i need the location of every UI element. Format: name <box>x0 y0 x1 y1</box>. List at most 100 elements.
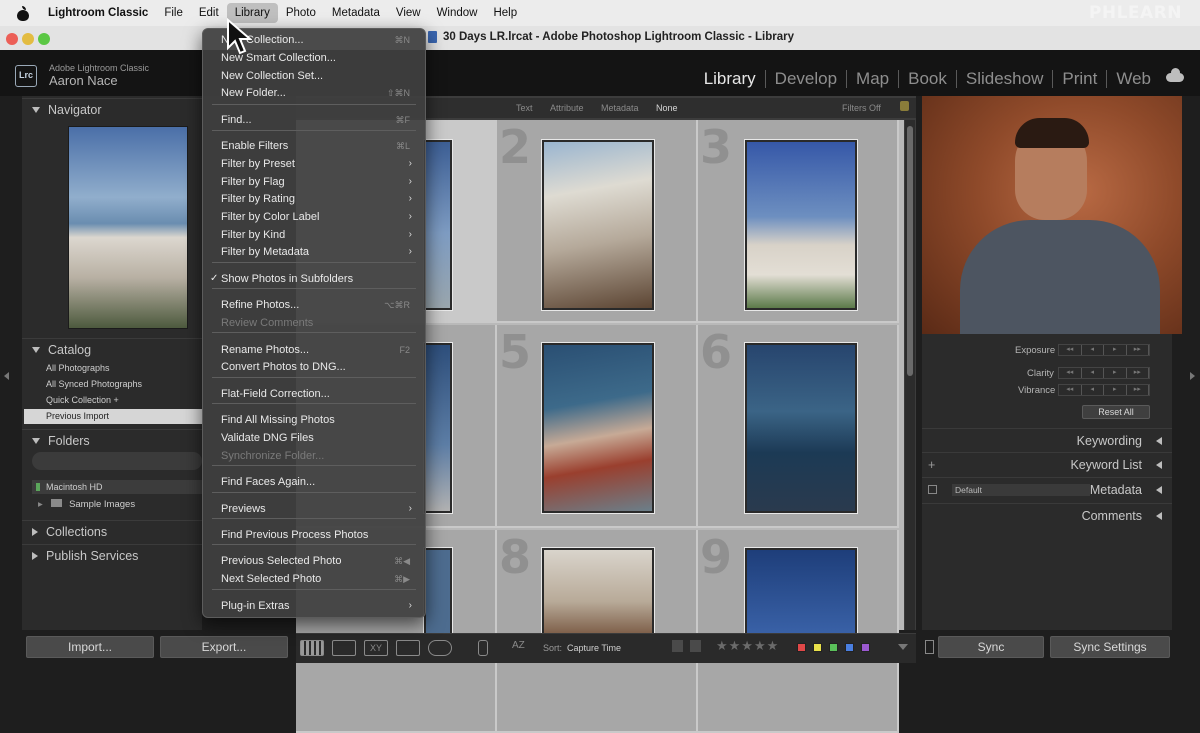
menu-edit[interactable]: Edit <box>191 3 227 23</box>
module-web[interactable]: Web <box>1106 70 1160 88</box>
flag-pick-icon[interactable] <box>672 640 683 652</box>
photo-thumbnail[interactable] <box>423 139 453 311</box>
folder-item-sample-images[interactable]: ▸ Sample Images <box>38 499 135 510</box>
reset-all-button[interactable]: Reset All <box>1082 405 1150 419</box>
color-label-swatch[interactable] <box>845 643 854 652</box>
clarity-stepper[interactable]: ◂◂ ◂ ▸ ▸▸ <box>1058 367 1150 379</box>
survey-view-icon[interactable] <box>396 640 420 656</box>
metadata-edit-icon[interactable] <box>928 485 937 494</box>
menu-window[interactable]: Window <box>429 3 486 23</box>
apple-icon[interactable] <box>16 5 30 21</box>
menu-item-filter-by-rating[interactable]: Filter by Rating › <box>208 190 420 208</box>
photo-thumbnail[interactable] <box>423 547 453 639</box>
filter-attribute[interactable]: Attribute <box>550 103 584 113</box>
filter-text[interactable]: Text <box>516 103 533 113</box>
menu-item-filter-by-color-label[interactable]: Filter by Color Label › <box>208 208 420 226</box>
grid-scrollbar[interactable] <box>905 120 915 630</box>
import-button[interactable]: Import... <box>26 636 154 658</box>
collections-header[interactable]: Collections <box>22 520 202 542</box>
expand-triangle-icon[interactable]: ▸ <box>38 499 43 510</box>
color-label-swatch[interactable] <box>813 643 822 652</box>
navigator-header[interactable]: Navigator <box>22 98 202 120</box>
menu-item-refine-photos[interactable]: Refine Photos... ⌥⌘R <box>208 296 420 314</box>
grid-cell[interactable]: 8 <box>497 530 698 733</box>
menu-item-filter-by-metadata[interactable]: Filter by Metadata › <box>208 243 420 261</box>
people-view-icon[interactable] <box>428 640 452 656</box>
photo-thumbnail[interactable] <box>744 342 858 514</box>
add-keyword-icon[interactable]: + <box>928 453 935 477</box>
menu-view[interactable]: View <box>388 3 429 23</box>
metadata-preset-select[interactable]: Default <box>952 484 1090 496</box>
catalog-item-all-synced[interactable]: All Synced Photographs <box>24 377 202 392</box>
grid-cell[interactable]: 9 <box>698 530 899 733</box>
sort-direction-icon[interactable]: AZ <box>512 640 525 651</box>
spray-can-icon[interactable] <box>478 640 488 656</box>
filter-metadata[interactable]: Metadata <box>601 103 639 113</box>
menu-photo[interactable]: Photo <box>278 3 324 23</box>
photo-thumbnail[interactable] <box>541 139 655 311</box>
auto-sync-switch[interactable] <box>925 640 934 654</box>
menu-item-new-collection-set[interactable]: New Collection Set... <box>208 67 420 85</box>
comments-header[interactable]: Comments <box>922 503 1172 527</box>
catalog-item-quick-collection[interactable]: Quick Collection + <box>24 393 202 408</box>
module-slideshow[interactable]: Slideshow <box>955 70 1053 88</box>
sync-settings-button[interactable]: Sync Settings <box>1050 636 1170 658</box>
module-print[interactable]: Print <box>1052 70 1106 88</box>
menu-help[interactable]: Help <box>485 3 525 23</box>
lock-icon[interactable] <box>900 101 909 111</box>
menu-item-find[interactable]: Find... ⌘F <box>208 111 420 129</box>
filters-status[interactable]: Filters Off <box>842 103 881 113</box>
menu-item-show-photos-in-subfolders[interactable]: ✓ Show Photos in Subfolders <box>208 270 420 288</box>
folders-header[interactable]: Folders <box>22 429 202 451</box>
menu-file[interactable]: File <box>156 3 191 23</box>
menu-item-find-faces-again[interactable]: Find Faces Again... <box>208 473 420 491</box>
menu-app[interactable]: Lightroom Classic <box>40 3 156 23</box>
export-button[interactable]: Export... <box>160 636 288 658</box>
module-book[interactable]: Book <box>898 70 956 88</box>
menu-item-previous-selected-photo[interactable]: Previous Selected Photo ⌘◀ <box>208 552 420 570</box>
vibrance-stepper[interactable]: ◂◂ ◂ ▸ ▸▸ <box>1058 384 1150 396</box>
menu-item-rename-photos[interactable]: Rename Photos... F2 <box>208 341 420 359</box>
grid-cell[interactable]: 5 <box>497 325 698 528</box>
menu-item-enable-filters[interactable]: Enable Filters ⌘L <box>208 137 420 155</box>
menu-item-convert-photos-to-dng[interactable]: Convert Photos to DNG... <box>208 358 420 376</box>
filter-none[interactable]: None <box>656 103 678 113</box>
color-label-swatch[interactable] <box>861 643 870 652</box>
photo-thumbnail[interactable] <box>541 342 655 514</box>
menu-item-new-folder[interactable]: New Folder... ⇧⌘N <box>208 84 420 102</box>
sort-select[interactable]: Capture Time <box>567 643 621 653</box>
menu-item-validate-dng-files[interactable]: Validate DNG Files <box>208 429 420 447</box>
menu-item-filter-by-kind[interactable]: Filter by Kind › <box>208 226 420 244</box>
close-window-button[interactable] <box>6 33 18 45</box>
module-library[interactable]: Library <box>695 70 765 88</box>
scrollbar-thumb[interactable] <box>907 126 913 376</box>
left-panel-toggle-icon[interactable] <box>4 372 9 380</box>
photo-thumbnail[interactable] <box>541 547 655 639</box>
module-map[interactable]: Map <box>846 70 898 88</box>
menu-item-flat-field-correction[interactable]: Flat-Field Correction... <box>208 385 420 403</box>
module-develop[interactable]: Develop <box>764 70 846 88</box>
zoom-window-button[interactable] <box>38 33 50 45</box>
flag-reject-icon[interactable] <box>690 640 701 652</box>
photo-thumbnail[interactable] <box>744 139 858 311</box>
menu-item-find-previous-process-photos[interactable]: Find Previous Process Photos <box>208 526 420 544</box>
metadata-header[interactable]: Default Metadata <box>922 477 1172 501</box>
right-panel-toggle-icon[interactable] <box>1190 372 1195 380</box>
menu-metadata[interactable]: Metadata <box>324 3 388 23</box>
toolbar-menu-icon[interactable] <box>898 644 908 650</box>
photo-thumbnail[interactable] <box>423 342 453 514</box>
menu-item-next-selected-photo[interactable]: Next Selected Photo ⌘▶ <box>208 570 420 588</box>
minimize-window-button[interactable] <box>22 33 34 45</box>
folder-search-input[interactable] <box>32 452 202 470</box>
catalog-item-all-photographs[interactable]: All Photographs <box>24 361 202 376</box>
exposure-stepper[interactable]: ◂◂ ◂ ▸ ▸▸ <box>1058 344 1150 356</box>
color-label-swatch[interactable] <box>829 643 838 652</box>
grid-view-icon[interactable] <box>300 640 324 656</box>
menu-item-filter-by-flag[interactable]: Filter by Flag › <box>208 173 420 191</box>
navigator-preview[interactable] <box>68 126 188 329</box>
grid-cell[interactable]: 3 <box>698 120 899 323</box>
grid-cell[interactable]: 2 <box>497 120 698 323</box>
sync-button[interactable]: Sync <box>938 636 1044 658</box>
keyword-list-header[interactable]: + Keyword List <box>922 452 1172 476</box>
menu-item-plug-in-extras[interactable]: Plug-in Extras › <box>208 597 420 615</box>
